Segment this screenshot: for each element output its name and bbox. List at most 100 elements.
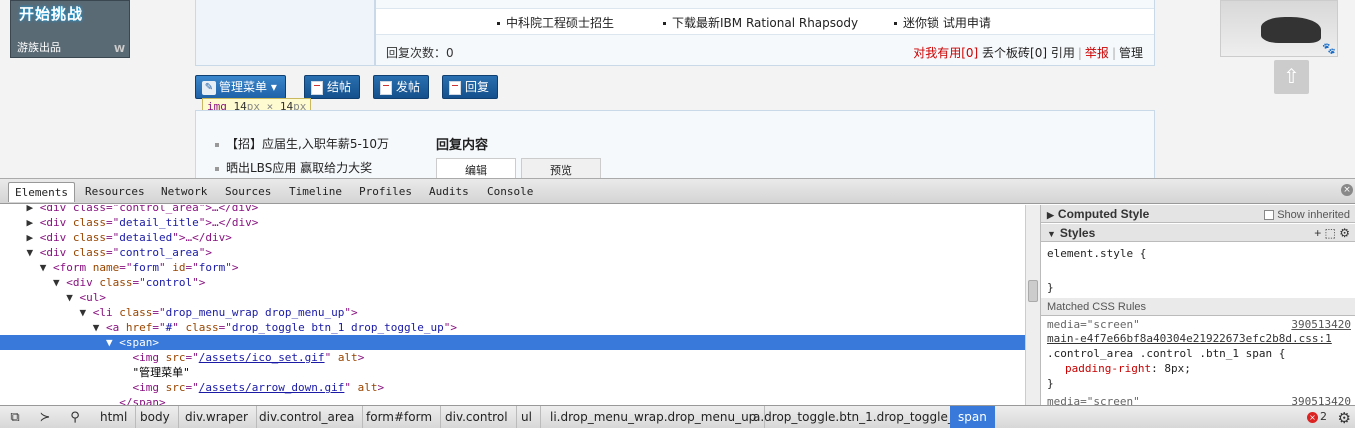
- close-icon[interactable]: ×: [1341, 184, 1353, 196]
- dom-tag: ": [172, 231, 179, 244]
- list-item-text: 晒出LBS应用 赢取给力大奖: [226, 161, 373, 175]
- dom-node[interactable]: ▼ <ul>: [0, 290, 1025, 305]
- tab-audits[interactable]: Audits: [423, 182, 475, 202]
- scrollbar-thumb[interactable]: [1028, 280, 1038, 302]
- dom-attr-name: alt: [357, 381, 378, 394]
- console-drawer-icon[interactable]: ≻: [37, 410, 53, 426]
- paw-icon[interactable]: 🐾: [1322, 42, 1336, 55]
- bullet-icon: [215, 166, 219, 171]
- dom-tree-scrollbar[interactable]: [1025, 205, 1040, 405]
- rule-close-brace: }: [1047, 377, 1054, 390]
- game-banner-ad[interactable]: 开始挑战 游族出品 W: [10, 0, 130, 58]
- game-banner-badge: W: [113, 44, 125, 55]
- back-to-top-button[interactable]: ⇧: [1274, 60, 1309, 94]
- dom-attr-value: drop_toggle btn_1 drop_toggle_up: [231, 321, 444, 334]
- quote-link[interactable]: 引用: [1051, 46, 1075, 60]
- brick-link[interactable]: 丢个板砖[0]: [982, 46, 1047, 60]
- editor-tab-preview[interactable]: 预览: [521, 158, 601, 178]
- media-query: media="screen": [1047, 395, 1140, 405]
- list-item[interactable]: 【招】应届生,入职年薪5-10万: [215, 135, 389, 152]
- tab-profiles[interactable]: Profiles: [353, 182, 418, 202]
- computed-style-title: Computed Style: [1057, 207, 1150, 221]
- element-style-rule[interactable]: element.style {: [1047, 247, 1146, 260]
- tab-network[interactable]: Network: [155, 182, 213, 202]
- manage-link[interactable]: 管理: [1119, 46, 1143, 60]
- breadcrumb-item[interactable]: div.control_area: [251, 406, 364, 428]
- tab-elements[interactable]: Elements: [8, 182, 75, 202]
- useful-link[interactable]: 对我有用[0]: [913, 46, 978, 60]
- dom-node[interactable]: </span>: [0, 395, 1025, 405]
- dom-node[interactable]: <img src="/assets/ico_set.gif" alt>: [0, 350, 1025, 365]
- dom-node[interactable]: ▶ <div class="control_area">…</div>: [0, 205, 1025, 215]
- breadcrumb-item[interactable]: html: [92, 406, 137, 428]
- show-inherited-checkbox[interactable]: Show inherited: [1264, 206, 1350, 224]
- dom-node[interactable]: <img src="/assets/arrow_down.gif" alt>: [0, 380, 1025, 395]
- dom-node[interactable]: ▼ <div class="control_area">: [0, 245, 1025, 260]
- dom-tag: ": [192, 276, 199, 289]
- css-selector[interactable]: .control_area .control .btn_1 span {: [1047, 347, 1285, 360]
- breadcrumb-item[interactable]: div.wraper: [177, 406, 257, 428]
- rule-line-number[interactable]: 390513420: [1291, 318, 1351, 331]
- computed-style-header[interactable]: ▶ Computed Style Show inherited: [1041, 205, 1355, 223]
- element-state-icon[interactable]: ⬚: [1325, 226, 1336, 240]
- tab-sources[interactable]: Sources: [219, 182, 277, 202]
- tab-console[interactable]: Console: [481, 182, 539, 202]
- dom-tag: ": [172, 321, 179, 334]
- settings-gear-icon[interactable]: ⚙: [1338, 409, 1351, 427]
- ad-link-text: 下载最新IBM Rational Rhapsody: [672, 16, 859, 30]
- dom-attr-value: control_area: [119, 246, 199, 259]
- disclosure-triangle-icon: [106, 396, 119, 405]
- css-declaration[interactable]: padding-right: 8px;: [1065, 362, 1191, 375]
- list-item[interactable]: 晒出LBS应用 赢取给力大奖: [215, 159, 372, 176]
- ad-link[interactable]: 下载最新IBM Rational Rhapsody: [663, 14, 858, 31]
- media-query: media="screen": [1047, 318, 1140, 331]
- dom-attr-name: class: [72, 246, 106, 259]
- dom-node[interactable]: ▼ <span>: [0, 335, 1025, 350]
- error-counter[interactable]: × 2: [1307, 410, 1327, 423]
- close-thread-button[interactable]: 结帖: [304, 75, 361, 99]
- dom-node[interactable]: ▶ <div class="detailed">…</div>: [0, 230, 1025, 245]
- breadcrumb-item[interactable]: body: [132, 406, 179, 428]
- dom-tree[interactable]: ▶ <div class="control_area">…</div> ▶ <d…: [0, 205, 1025, 405]
- breadcrumb-item[interactable]: a.drop_toggle.btn_1.drop_toggle_up: [745, 406, 979, 428]
- breadcrumb-item[interactable]: span: [950, 406, 995, 428]
- dom-text-node: "管理菜单": [132, 366, 190, 379]
- manage-menu-button[interactable]: ✎ 管理菜单 ▾: [195, 75, 286, 99]
- breadcrumb-item[interactable]: form#form: [358, 406, 442, 428]
- dom-node[interactable]: ▼ <a href="#" class="drop_toggle btn_1 d…: [0, 320, 1025, 335]
- disclosure-triangle-icon: ▼: [92, 321, 106, 334]
- dom-tag: ": [324, 351, 332, 364]
- dom-tag: <span: [119, 336, 153, 349]
- ad-link[interactable]: 中科院工程硕士招生: [497, 14, 614, 31]
- breadcrumb-item[interactable]: ul: [513, 406, 541, 428]
- bullet-icon: [215, 142, 219, 147]
- css-value[interactable]: 8px;: [1164, 362, 1191, 375]
- breadcrumb-item[interactable]: li.drop_menu_wrap.drop_menu_up: [542, 406, 766, 428]
- dom-node[interactable]: "管理菜单": [0, 365, 1025, 380]
- dock-icon[interactable]: ⧉: [7, 410, 23, 426]
- rule-line-number[interactable]: 390513420: [1291, 395, 1351, 405]
- reply-button[interactable]: 回复: [442, 75, 499, 99]
- dom-node[interactable]: ▼ <li class="drop_menu_wrap drop_menu_up…: [0, 305, 1025, 320]
- styles-header[interactable]: ▼ Styles + ⬚ ⚙: [1041, 224, 1355, 242]
- breadcrumb-item[interactable]: div.control: [437, 406, 517, 428]
- report-link[interactable]: 举报: [1085, 46, 1109, 60]
- dom-attr-name: alt: [337, 351, 358, 364]
- dom-node[interactable]: ▼ <form name="form" id="form">: [0, 260, 1025, 275]
- dom-node[interactable]: ▶ <div class="detail_title">…</div>: [0, 215, 1025, 230]
- editor-tab-edit[interactable]: 编辑: [436, 158, 516, 178]
- search-icon[interactable]: ⚲: [67, 410, 83, 426]
- dom-tag: >: [152, 336, 159, 349]
- dom-node[interactable]: ▼ <div class="control">: [0, 275, 1025, 290]
- css-property[interactable]: padding-right: [1065, 362, 1151, 375]
- gear-icon[interactable]: ⚙: [1339, 226, 1350, 240]
- profile-photo[interactable]: [1220, 0, 1338, 57]
- ad-link[interactable]: 迷你锁 试用申请: [894, 14, 991, 31]
- dom-tag: …</div>: [185, 231, 232, 244]
- stylesheet-link[interactable]: main-e4f7e66bf8a40304e21922673efc2b8d.cs…: [1047, 332, 1332, 345]
- tab-resources[interactable]: Resources: [79, 182, 151, 202]
- add-rule-icon[interactable]: +: [1314, 226, 1321, 240]
- disclosure-triangle-icon: ▼: [66, 291, 80, 304]
- tab-timeline[interactable]: Timeline: [283, 182, 348, 202]
- new-post-button[interactable]: 发帖: [373, 75, 430, 99]
